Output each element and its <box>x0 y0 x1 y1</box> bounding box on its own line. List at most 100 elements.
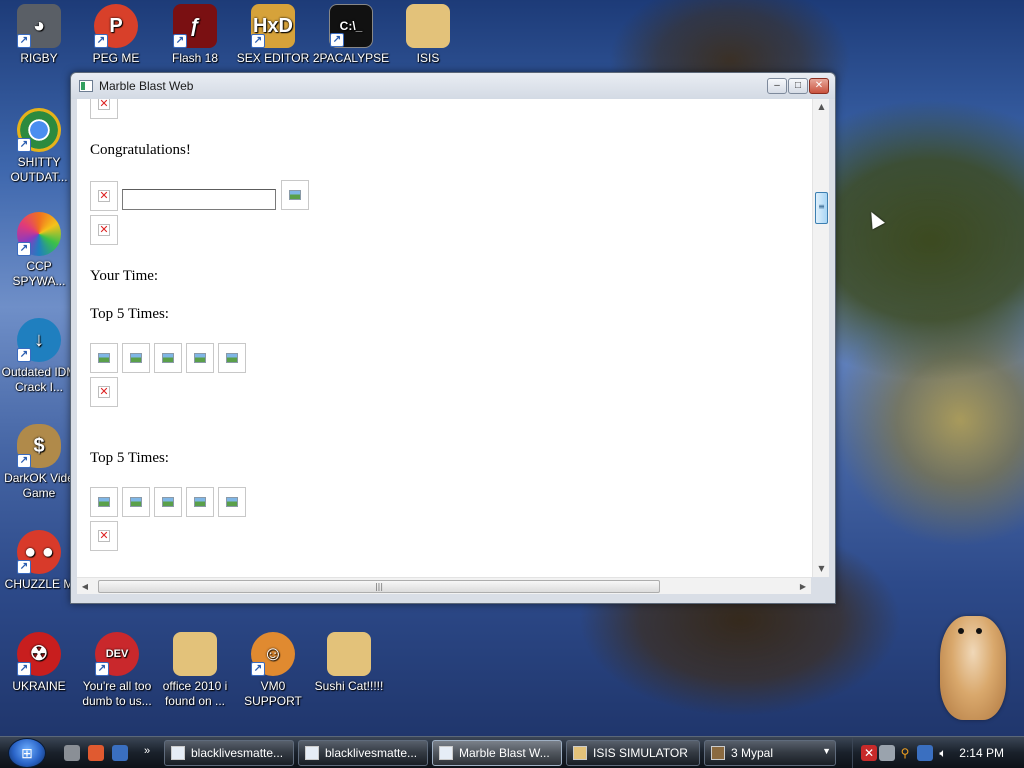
broken-image-icon: ✕ <box>98 189 110 202</box>
window-controls: – □ ✕ <box>767 78 829 94</box>
taskbar-button-isis-simulator[interactable]: ISIS SIMULATOR <box>566 740 700 766</box>
taskbar-button-mypal[interactable]: 3 Mypal ▼ <box>704 740 836 766</box>
desktop-icon-devcpp[interactable]: DEV ↗ You're all too dumb to us... <box>78 632 156 709</box>
image-placeholder-icon <box>162 353 174 363</box>
desktop-icon-label: CHUZZLE M <box>4 577 74 591</box>
desktop-icon-label: You're all too dumb to us... <box>82 679 152 708</box>
desktop-icon-sex-editor[interactable]: HxD ↗ SEX EDITOR <box>234 4 312 66</box>
desktop-icon-flash[interactable]: ƒ ↗ Flash 18 <box>156 4 234 66</box>
desktop-icon-darkok[interactable]: $ ↗ DarkOK Vide Game <box>0 424 78 501</box>
desktop-icon-label: DarkOK Vide Game <box>4 471 74 500</box>
time-digit-image <box>90 487 118 517</box>
name-input[interactable] <box>122 189 276 210</box>
quicklaunch-raccoon-icon[interactable] <box>64 745 80 761</box>
maximize-button[interactable]: □ <box>788 78 808 94</box>
security-warning-icon[interactable]: ✕ <box>861 745 877 761</box>
chevron-down-icon: ▼ <box>822 746 831 756</box>
image-placeholder-icon <box>162 497 174 507</box>
system-tray: ✕ ⚲ 🔈︎ 2:14 PM <box>852 737 1024 768</box>
peg-icon: P ↗ <box>94 4 138 48</box>
pinwheel-icon: ↗ <box>17 212 61 256</box>
taskbar-button-label: ISIS SIMULATOR <box>593 746 688 760</box>
scroll-left-button[interactable]: ◀ <box>77 578 93 595</box>
vertical-scrollbar[interactable]: ▲ ≡ ▼ <box>812 99 829 577</box>
desktop-icon-office-2010[interactable]: office 2010 i found on ... <box>156 632 234 709</box>
radiation-icon: ☢ ↗ <box>17 632 61 676</box>
desktop-icon-label: UKRAINE <box>12 679 66 693</box>
submit-image-button[interactable] <box>281 180 309 210</box>
page-viewport: ✕ Congratulations! ✕ ✕ Your Time: Top 5 … <box>77 99 829 577</box>
desktop-icon-label: Outdated IDM Crack I... <box>1 365 77 394</box>
window-icon <box>439 746 453 760</box>
taskbar-button-label: blacklivesmatte... <box>325 746 418 760</box>
taskbar-button-label: blacklivesmatte... <box>191 746 284 760</box>
broken-image-icon: ✕ <box>98 99 110 110</box>
desktop-icon-sushi-cat[interactable]: Sushi Cat!!!!! <box>310 632 388 694</box>
desktop-icon-2pacalypse[interactable]: C:\_ ↗ 2PACALYPSE <box>312 4 390 66</box>
window-titlebar[interactable]: Marble Blast Web – □ ✕ <box>71 73 835 99</box>
broken-image: ✕ <box>90 377 118 407</box>
image-placeholder-icon <box>194 353 206 363</box>
desktop-icon-idm[interactable]: ↓ ↗ Outdated IDM Crack I... <box>0 318 78 395</box>
folder-icon <box>327 632 371 676</box>
broken-image: ✕ <box>90 99 118 119</box>
hamster-gadget[interactable] <box>940 616 1006 720</box>
desktop-icon-rigby[interactable]: ◕ ↗ RIGBY <box>0 4 78 66</box>
horizontal-scrollbar[interactable]: ◀ ||| ▶ <box>77 577 811 594</box>
quicklaunch-chevron-icon[interactable]: » <box>144 745 150 757</box>
scroll-down-button[interactable]: ▼ <box>813 561 829 577</box>
time-digit-image <box>186 343 214 373</box>
broken-image-icon: ✕ <box>98 529 110 542</box>
desktop-icon-label: SHITTY OUTDAT... <box>10 155 68 184</box>
support-person-icon: ☺ ↗ <box>251 632 295 676</box>
image-placeholder-icon <box>130 353 142 363</box>
image-placeholder-icon <box>98 497 110 507</box>
desktop-icon-chuzzle[interactable]: ● ● ↗ CHUZZLE M <box>0 530 78 592</box>
desktop-icon-chrome[interactable]: ↗ SHITTY OUTDAT... <box>0 108 78 185</box>
close-button[interactable]: ✕ <box>809 78 829 94</box>
congratulations-text: Congratulations! <box>90 142 191 158</box>
quicklaunch-browser-icon[interactable] <box>88 745 104 761</box>
desktop-icon-ccp-spyware[interactable]: ↗ CCP SPYWA... <box>0 212 78 289</box>
window-title: Marble Blast Web <box>99 79 194 93</box>
top-times-heading: Top 5 Times: <box>90 450 169 466</box>
taskbar-clock[interactable]: 2:14 PM <box>959 746 1004 760</box>
time-digit-image <box>90 343 118 373</box>
browser-window: Marble Blast Web – □ ✕ ✕ Congratulations… <box>70 72 836 604</box>
search-icon[interactable]: ⚲ <box>897 745 913 761</box>
folder-icon <box>406 4 450 48</box>
tray-app-icon[interactable] <box>879 745 895 761</box>
taskbar-button-marble-blast[interactable]: Marble Blast W... <box>432 740 562 766</box>
volume-icon[interactable]: 🔈︎ <box>935 745 951 761</box>
desktop-icon-isis[interactable]: ISIS <box>389 4 467 66</box>
quicklaunch-desktop-icon[interactable] <box>112 745 128 761</box>
start-button[interactable]: ⊞ <box>8 738 46 768</box>
desktop-icon-label: office 2010 i found on ... <box>162 679 228 708</box>
taskbar: ⊞ » blacklivesmatte... blacklivesmatte..… <box>0 736 1024 768</box>
desktop-icon-ukraine[interactable]: ☢ ↗ UKRAINE <box>0 632 78 694</box>
mypal-icon <box>711 746 725 760</box>
scroll-up-button[interactable]: ▲ <box>813 99 829 115</box>
time-digit-image <box>154 343 182 373</box>
folder-icon <box>173 632 217 676</box>
network-icon[interactable] <box>917 745 933 761</box>
flash-icon: ƒ ↗ <box>173 4 217 48</box>
vertical-scroll-thumb[interactable]: ≡ <box>815 192 828 224</box>
horizontal-scroll-thumb[interactable]: ||| <box>98 580 660 593</box>
time-digit-image <box>122 487 150 517</box>
desktop-icon-vm0-support[interactable]: ☺ ↗ VM0 SUPPORT <box>234 632 312 709</box>
hex-editor-icon: HxD ↗ <box>251 4 295 48</box>
window-icon <box>171 746 185 760</box>
desktop-icon-peg-me[interactable]: P ↗ PEG ME <box>77 4 155 66</box>
desktop-icon-label: PEG ME <box>92 51 140 65</box>
your-time-label: Your Time: <box>90 268 159 284</box>
image-placeholder-icon <box>194 497 206 507</box>
minimize-button[interactable]: – <box>767 78 787 94</box>
time-digit-image <box>154 487 182 517</box>
scroll-right-button[interactable]: ▶ <box>795 578 811 595</box>
taskbar-button-blacklivesmatter-2[interactable]: blacklivesmatte... <box>298 740 428 766</box>
desktop-icon-label: RIGBY <box>20 51 58 65</box>
taskbar-button-blacklivesmatter-1[interactable]: blacklivesmatte... <box>164 740 294 766</box>
image-placeholder-icon <box>130 497 142 507</box>
desktop-icon-label: ISIS <box>416 51 440 65</box>
